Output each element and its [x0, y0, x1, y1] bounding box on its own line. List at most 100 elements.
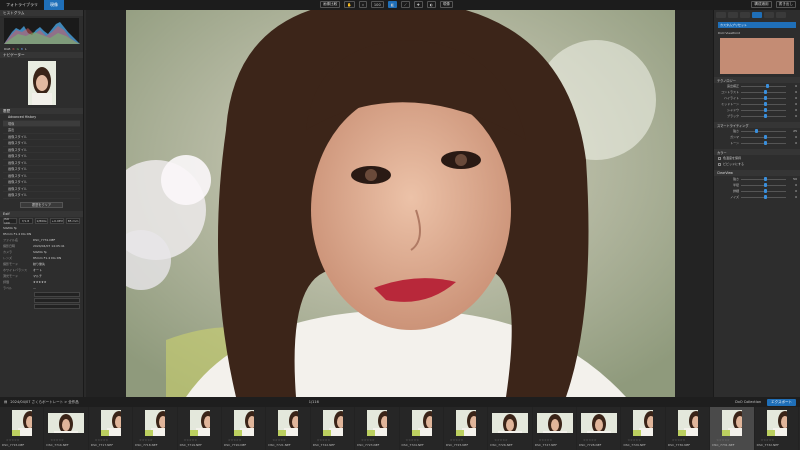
slider-row[interactable]: トーン 0 — [714, 140, 800, 146]
rating-stars[interactable]: ☆☆☆☆☆ — [494, 438, 507, 442]
filmstrip-item[interactable]: ☆☆☆☆☆ DSC_7726.NEF — [488, 407, 533, 450]
rating-stars[interactable]: ☆☆☆☆☆ — [139, 438, 152, 442]
image-viewer[interactable] — [86, 10, 713, 397]
checkbox[interactable] — [718, 156, 721, 160]
filmstrip-item[interactable]: ☆☆☆☆☆ DSC_7719.NEF — [178, 407, 222, 450]
filmstrip-item[interactable]: ☆☆☆☆☆ DSC_7716.NEF — [44, 407, 89, 450]
crop-tool-icon[interactable]: ⌗ — [358, 1, 367, 8]
filmstrip-thumbnail[interactable] — [145, 410, 166, 436]
clear-history-button[interactable]: 履歴をクリア — [20, 201, 63, 208]
loupe-tool-icon[interactable]: ◧ — [387, 1, 398, 8]
slider-row[interactable]: ノイズ 0 — [714, 194, 800, 200]
filmstrip-item[interactable]: ☆☆☆☆☆ DSC_7731.NEF — [710, 407, 755, 450]
metadata-input[interactable] — [34, 303, 80, 309]
detail-preview[interactable] — [720, 38, 794, 74]
slider-row[interactable]: ブラック 0 — [714, 113, 800, 119]
tab-effects-icon[interactable] — [776, 12, 786, 18]
tab-geometry-icon[interactable] — [752, 12, 762, 18]
tab-develop[interactable]: 現像 — [44, 0, 64, 10]
filmstrip-thumbnail[interactable] — [12, 410, 32, 436]
rating-stars[interactable]: ☆☆☆☆☆ — [361, 438, 374, 442]
filmstrip-item[interactable]: ☆☆☆☆☆ DSC_7728.NEF — [577, 407, 622, 450]
tab-library[interactable]: フォトライブラリ — [0, 0, 44, 10]
tab-light-icon[interactable] — [716, 12, 726, 18]
channel-l[interactable]: L — [25, 47, 27, 51]
develop-button[interactable]: 現像 — [439, 1, 454, 8]
tab-local-icon[interactable] — [764, 12, 774, 18]
filmstrip-thumbnail[interactable] — [189, 410, 210, 436]
rating-stars[interactable]: ☆☆☆☆☆ — [95, 438, 108, 442]
navigator-header[interactable]: ナビゲーター — [0, 52, 83, 58]
rating-stars[interactable]: ☆☆☆☆☆ — [761, 438, 774, 442]
filmstrip-item[interactable]: ☆☆☆☆☆ DSC_7722.NEF — [311, 407, 356, 450]
channel-b[interactable]: B — [21, 47, 23, 51]
filmstrip-item[interactable]: ☆☆☆☆☆ DSC_7725.NEF — [444, 407, 489, 450]
channel-rgb[interactable]: RGB — [4, 47, 10, 51]
filmstrip-item[interactable]: ☆☆☆☆☆ DSC_7730.NEF — [666, 407, 711, 450]
filmstrip-item[interactable]: ☆☆☆☆☆ DSC_7723.NEF — [355, 407, 400, 450]
main-photo[interactable] — [126, 10, 675, 397]
filmstrip-item[interactable]: ☆☆☆☆☆ DSC_7720.NEF — [222, 407, 267, 450]
rating-stars[interactable]: ☆☆☆☆☆ — [539, 438, 552, 442]
filmstrip-item[interactable]: ☆☆☆☆☆ DSC_7717.NEF — [89, 407, 134, 450]
apply-preset-button[interactable]: 構成適用 — [751, 1, 772, 8]
rating-stars[interactable]: ☆☆☆☆☆ — [317, 438, 330, 442]
channel-g[interactable]: G — [17, 47, 19, 51]
filmstrip-item[interactable]: ☆☆☆☆☆ DSC_7729.NEF — [621, 407, 666, 450]
filmstrip-thumbnail[interactable] — [536, 413, 573, 433]
rating-stars[interactable]: ☆☆☆☆☆ — [6, 438, 19, 442]
rating-stars[interactable]: ☆☆☆☆☆ — [184, 438, 197, 442]
folder-path[interactable]: 2024/04/07 さくらポートレート > 全作品 — [10, 400, 78, 405]
filmstrip-thumbnail[interactable] — [100, 410, 121, 436]
checkbox[interactable] — [718, 162, 721, 166]
mask-tool-icon[interactable]: ◐ — [426, 1, 436, 8]
rating-stars[interactable]: ☆☆☆☆☆ — [272, 438, 285, 442]
rating-stars[interactable]: ☆☆☆☆☆ — [716, 438, 729, 442]
filmstrip-thumbnail[interactable] — [492, 413, 529, 433]
histogram-header[interactable]: ヒストグラム — [0, 10, 83, 16]
history-item[interactable]: 画像スタイル — [3, 192, 80, 199]
channel-r[interactable]: R — [12, 47, 14, 51]
filmstrip-thumbnail[interactable] — [367, 410, 388, 436]
rating-stars[interactable]: ☆☆☆☆☆ — [672, 438, 685, 442]
navigator-thumbnail[interactable] — [27, 61, 56, 105]
collection-label[interactable]: DxO Collection — [735, 400, 761, 404]
checkbox-row[interactable]: ビビッドにする — [714, 161, 800, 167]
compare-button[interactable]: 画像比較 — [320, 1, 341, 8]
filmstrip-item[interactable]: ☆☆☆☆☆ DSC_7715.NEF — [0, 407, 45, 450]
hand-tool-icon[interactable]: ✋ — [344, 1, 355, 8]
preset-dropdown[interactable]: カスタムプリセット — [718, 22, 796, 28]
filmstrip-thumbnail[interactable] — [766, 410, 787, 436]
filmstrip-item[interactable]: ☆☆☆☆☆ DSC_7724.NEF — [400, 407, 444, 450]
filmstrip-thumbnail[interactable] — [581, 413, 618, 433]
filmstrip-item[interactable]: ☆☆☆☆☆ DSC_7721.NEF — [266, 407, 311, 450]
filmstrip-thumbnail[interactable] — [677, 410, 698, 436]
filmstrip-item[interactable]: ☆☆☆☆☆ DSC_7727.NEF — [533, 407, 578, 450]
rating-stars[interactable]: ☆☆☆☆☆ — [627, 438, 640, 442]
metadata-input[interactable] — [34, 291, 80, 297]
tab-color-icon[interactable] — [728, 12, 738, 18]
zoom-level[interactable]: 100 — [370, 1, 384, 8]
straighten-tool-icon[interactable]: ⟋ — [401, 1, 410, 8]
rating-stars[interactable]: ☆☆☆☆☆ — [50, 438, 63, 442]
filmstrip-thumbnail[interactable] — [722, 410, 743, 436]
filmstrip: ☆☆☆☆☆ DSC_7715.NEF ☆☆☆☆☆ DSC_7716.NEF ☆☆☆☆☆ D… — [0, 407, 800, 450]
rating-stars[interactable]: ☆☆☆☆☆ — [228, 438, 241, 442]
rating-stars[interactable]: ☆☆☆☆☆ — [583, 438, 596, 442]
filmstrip-item[interactable]: ☆☆☆☆☆ DSC_7732.NEF — [755, 407, 800, 450]
filmstrip-thumbnail[interactable] — [233, 410, 254, 436]
filmstrip-thumbnail[interactable] — [278, 410, 299, 436]
filmstrip-item[interactable]: ☆☆☆☆☆ DSC_7718.NEF — [133, 407, 178, 450]
filmstrip-thumbnail[interactable] — [455, 410, 476, 436]
export-button[interactable]: エクスポート — [767, 398, 796, 406]
filmstrip-thumbnail[interactable] — [322, 410, 343, 436]
filmstrip-thumbnail[interactable] — [633, 410, 654, 436]
tab-detail-icon[interactable] — [740, 12, 750, 18]
filmstrip-thumbnail[interactable] — [48, 413, 85, 433]
export-top-button[interactable]: 書き出し — [775, 1, 796, 8]
rating-stars[interactable]: ☆☆☆☆☆ — [406, 438, 419, 442]
metadata-input[interactable] — [34, 297, 80, 303]
rating-stars[interactable]: ☆☆☆☆☆ — [450, 438, 463, 442]
filmstrip-thumbnail[interactable] — [411, 410, 432, 436]
repair-tool-icon[interactable]: ✚ — [413, 1, 423, 8]
